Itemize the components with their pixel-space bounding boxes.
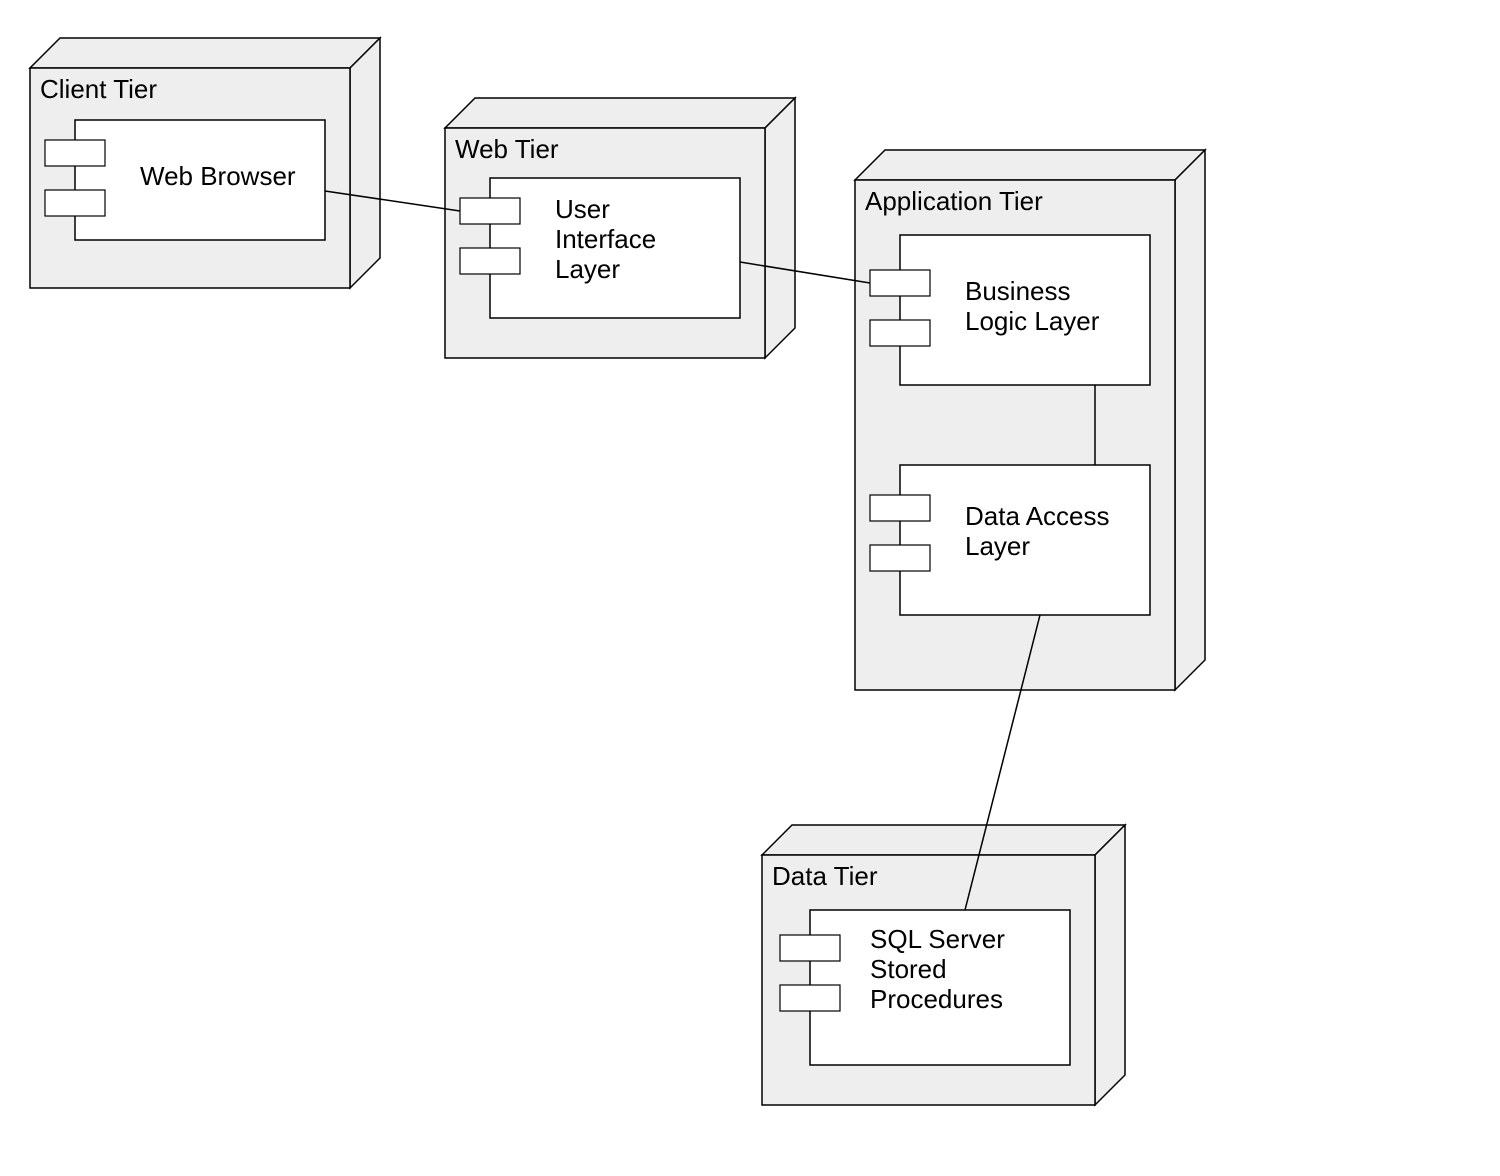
node-web-tier-title: Web Tier: [455, 134, 559, 164]
node-application-tier-title: Application Tier: [865, 186, 1043, 216]
component-ui-layer: User Interface Layer: [460, 178, 740, 318]
component-sql-stored-procs: SQL Server Stored Procedures: [780, 910, 1070, 1065]
component-web-browser: Web Browser: [45, 120, 325, 240]
component-business-logic-layer: Business Logic Layer: [870, 235, 1150, 385]
node-web-tier: Web Tier User Interface Layer: [445, 98, 795, 358]
node-client-tier-title: Client Tier: [40, 74, 157, 104]
component-web-browser-label: Web Browser: [140, 161, 296, 191]
deployment-diagram: Client Tier Web Browser Web Tier User In…: [0, 0, 1500, 1176]
node-data-tier: Data Tier SQL Server Stored Procedures: [762, 825, 1125, 1105]
node-data-tier-title: Data Tier: [772, 861, 878, 891]
node-client-tier: Client Tier Web Browser: [30, 38, 380, 288]
component-data-access-layer: Data Access Layer: [870, 465, 1150, 615]
node-application-tier: Application Tier Business Logic Layer Da…: [855, 150, 1205, 690]
